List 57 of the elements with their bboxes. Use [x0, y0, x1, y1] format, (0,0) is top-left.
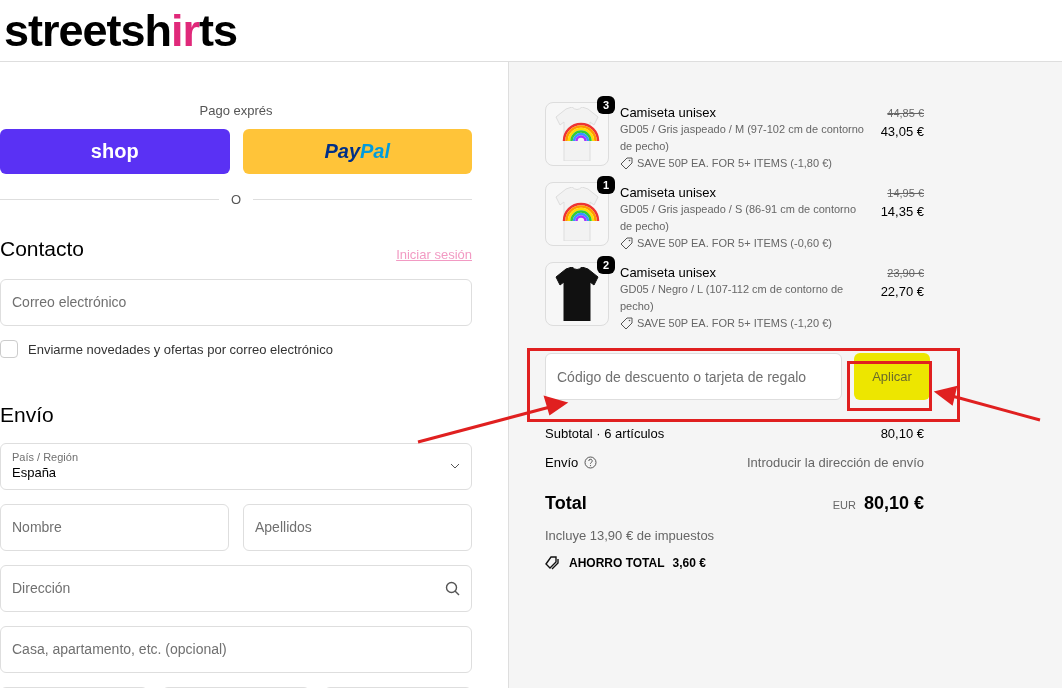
shop-pay-button[interactable]: shop: [0, 128, 230, 174]
search-icon: [445, 580, 460, 596]
product-name: Camiseta unisex: [620, 184, 718, 201]
rainbow-tshirt-photo: [554, 107, 600, 161]
shipping-value: Introducir la dirección de envío: [746, 453, 924, 472]
section-heading: Envío: [0, 402, 55, 428]
subtotal-label: Subtotal · 6 artículos: [545, 425, 665, 443]
rainbow-tshirt-photo: [554, 187, 600, 241]
apartment-field[interactable]: Casa, apartamento, etc. (opcional): [0, 625, 472, 673]
tag-icon: [620, 317, 633, 330]
field-value: España: [12, 464, 58, 482]
country-select[interactable]: País / Región España: [0, 442, 472, 490]
original-price: 23,90 €: [887, 266, 924, 281]
discount-text: SAVE 50P EA. FOR 5+ ITEMS (-1,80 €): [637, 156, 832, 171]
product-variant: GD05 / Gris jaspeado / M (97-102 cm de contorno de pecho): [620, 122, 865, 154]
tag-icon: [620, 157, 633, 170]
section-label: Pago exprés: [198, 102, 274, 120]
taxes-note: Incluye 13,90 € de impuestos: [545, 527, 716, 545]
quantity-badge: 3: [597, 96, 615, 114]
quantity-badge: 2: [597, 256, 615, 274]
tag-icon: [620, 237, 633, 250]
discount-code-field[interactable]: Código de descuento o tarjeta de regalo: [545, 353, 842, 400]
savings-label: AHORRO TOTAL: [569, 554, 665, 572]
quantity-badge: 1: [597, 176, 615, 194]
product-name: Camiseta unisex: [620, 104, 718, 121]
first-name-field[interactable]: Nombre: [0, 503, 229, 551]
shipping-label: Envío: [545, 453, 579, 472]
help-icon[interactable]: [584, 455, 598, 469]
address-field[interactable]: Dirección: [0, 564, 472, 612]
logo[interactable]: streetshirts: [4, 8, 238, 53]
checkbox[interactable]: [0, 340, 18, 359]
checkbox-label: Enviarme novedades y ofertas por correo electrónico: [28, 340, 333, 359]
discount-text: SAVE 50P EA. FOR 5+ ITEMS (-1,20 €): [637, 316, 832, 331]
paypal-button[interactable]: PayPal: [242, 128, 472, 174]
tshirt-photo: [554, 267, 600, 321]
discount-text: SAVE 50P EA. FOR 5+ ITEMS (-0,60 €): [637, 236, 832, 251]
product-name: Camiseta unisex: [620, 264, 718, 281]
original-price: 14,95 €: [887, 186, 924, 201]
tags-icon: [545, 555, 561, 570]
apply-button[interactable]: Aplicar: [854, 353, 930, 400]
product-variant: GD05 / Gris jaspeado / S (86-91 cm de contorno de pecho): [620, 202, 857, 234]
original-price: 44,85 €: [887, 106, 924, 121]
email-field[interactable]: Correo electrónico: [0, 278, 472, 326]
price: 22,70 €: [880, 283, 924, 301]
field-label: País / Región: [12, 450, 79, 464]
product-variant: GD05 / Negro / L (107-112 cm de contorno de pecho): [620, 282, 845, 314]
savings-value: 3,60 €: [672, 554, 706, 572]
last-name-field[interactable]: Apellidos: [243, 503, 472, 551]
currency-label: EUR: [832, 498, 856, 513]
divider-label: O: [230, 190, 242, 209]
section-heading: Contacto: [0, 236, 85, 262]
price: 14,35 €: [880, 203, 924, 221]
price: 43,05 €: [880, 123, 924, 141]
total-label: Total: [545, 492, 587, 515]
total-value: 80,10 €: [863, 492, 924, 515]
chevron-down-icon: [450, 463, 460, 469]
subtotal-value: 80,10 €: [880, 425, 924, 443]
